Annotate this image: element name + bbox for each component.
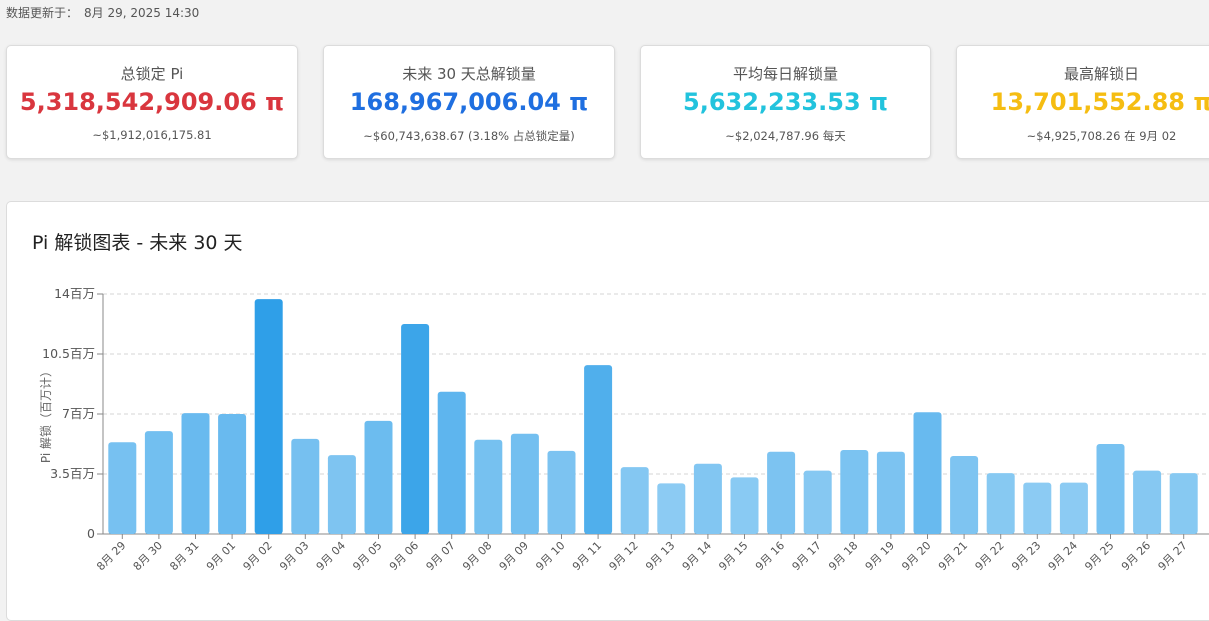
bar-9月 01 [218, 414, 247, 534]
x-tick-label: 9月 20 [899, 539, 933, 573]
x-tick-label: 9月 25 [1082, 539, 1116, 573]
bar-9月 04 [327, 455, 356, 534]
x-tick-label: 9月 26 [1119, 539, 1153, 573]
x-tick-label: 9月 09 [497, 539, 531, 573]
x-tick-label: 9月 17 [790, 539, 824, 573]
x-tick-label: 9月 24 [1046, 539, 1080, 573]
bar-9月 21 [950, 456, 979, 534]
x-tick-label: 9月 12 [607, 539, 641, 573]
bar-9月 26 [1133, 470, 1162, 534]
x-tick-label: 8月 30 [131, 539, 165, 573]
bar-9月 03 [291, 438, 320, 534]
x-tick-label: 9月 07 [424, 539, 458, 573]
y-axis-label: Pi 解锁（百万计） [38, 365, 53, 463]
bar-9月 08 [474, 439, 503, 534]
bar-9月 14 [693, 463, 722, 534]
bar-9月 15 [730, 477, 759, 534]
x-tick-label: 9月 08 [460, 539, 494, 573]
stat-card-total-locked: 总锁定 Pi 5,318,542,909.06 π ~$1,912,016,17… [6, 45, 298, 159]
x-tick-label: 9月 16 [753, 539, 787, 573]
y-tick-label: 14百万 [54, 286, 95, 301]
bar-9月 16 [767, 451, 796, 534]
updated-label: 数据更新于： [6, 6, 79, 20]
x-tick-label: 9月 03 [277, 539, 311, 573]
bar-9月 24 [1059, 482, 1088, 534]
y-tick-label: 7百万 [62, 406, 95, 421]
card-value: 5,632,233.53 π [683, 88, 888, 116]
bar-9月 18 [840, 450, 869, 534]
x-tick-label: 9月 14 [680, 539, 714, 573]
x-tick-label: 9月 01 [204, 539, 238, 573]
stat-card-daily-average: 平均每日解锁量 5,632,233.53 π ~$2,024,787.96 每天 [640, 45, 931, 159]
bar-9月 05 [364, 420, 393, 534]
card-title: 未来 30 天总解锁量 [402, 65, 536, 83]
chart-panel: Pi 解锁图表 - 未来 30 天 0 3.5百万 7百万 10.5百万 14百万 Pi … [6, 201, 1209, 621]
bar-9月 06 [401, 324, 430, 534]
x-tick-label: 9月 22 [973, 539, 1007, 573]
bar-9月 02 [254, 299, 283, 534]
y-tick-label: 0 [87, 526, 95, 541]
y-tick-label: 10.5百万 [42, 346, 95, 361]
unlock-bar-chart: 0 3.5百万 7百万 10.5百万 14百万 Pi 解锁（百万计） 8月 29 8月 30 8… [38, 286, 1209, 573]
card-subtext: ~$60,743,638.67 (3.18% 占总锁定量) [363, 129, 575, 143]
stat-card-peak-day: 最高解锁日 13,701,552.88 π ~$4,925,708.26 在 9… [956, 45, 1209, 159]
card-subtext: ~$4,925,708.26 在 9月 02 [1026, 129, 1177, 143]
x-tick-label: 9月 21 [936, 539, 970, 573]
x-tick-label: 9月 13 [643, 539, 677, 573]
card-subtext: ~$2,024,787.96 每天 [725, 129, 846, 143]
bar-9月 12 [620, 467, 649, 534]
card-title: 平均每日解锁量 [732, 65, 838, 83]
updated-time: 8月 29, 2025 14:30 [84, 6, 200, 20]
bar-9月 13 [657, 483, 686, 534]
bar-9月 19 [876, 451, 905, 534]
bar-8月 31 [181, 413, 210, 534]
bar-9月 20 [913, 412, 942, 534]
x-tick-label: 9月 04 [314, 539, 348, 573]
x-tick-label: 9月 27 [1156, 539, 1190, 573]
x-tick-label: 8月 31 [167, 539, 201, 573]
bar-8月 30 [144, 431, 173, 534]
x-tick-label: 9月 10 [533, 539, 567, 573]
card-value: 168,967,006.04 π [349, 88, 589, 116]
bar-9月 09 [510, 433, 539, 534]
card-subtext: ~$1,912,016,175.81 [92, 128, 212, 142]
bar-9月 17 [803, 470, 832, 534]
y-tick-label: 3.5百万 [50, 466, 95, 481]
bar-9月 22 [986, 473, 1015, 534]
bar-9月 23 [1023, 482, 1052, 534]
x-tick-label: 9月 02 [241, 539, 275, 573]
bar-9月 27 [1169, 473, 1198, 534]
x-tick-label: 9月 06 [387, 539, 421, 573]
bar-9月 10 [547, 450, 576, 534]
card-value: 13,701,552.88 π [990, 88, 1209, 116]
stat-card-30day-unlock: 未来 30 天总解锁量 168,967,006.04 π ~$60,743,63… [323, 45, 615, 159]
update-timestamp: 数据更新于： 8月 29, 2025 14:30 [6, 4, 199, 21]
bar-9月 07 [437, 391, 466, 534]
x-tick-label: 9月 18 [826, 539, 860, 573]
x-tick-label: 9月 19 [863, 539, 897, 573]
bar-9月 11 [584, 365, 613, 534]
card-title: 总锁定 Pi [120, 65, 184, 83]
bar-9月 25 [1096, 444, 1125, 534]
card-value: 5,318,542,909.06 π [19, 88, 285, 116]
x-tick-label: 9月 05 [350, 539, 384, 573]
x-tick-label: 9月 23 [1009, 539, 1043, 573]
x-tick-label: 9月 15 [716, 539, 750, 573]
x-tick-label: 8月 29 [94, 539, 128, 573]
card-title: 最高解锁日 [1063, 65, 1139, 83]
bar-8月 29 [108, 442, 137, 534]
x-tick-label: 9月 11 [570, 539, 604, 573]
